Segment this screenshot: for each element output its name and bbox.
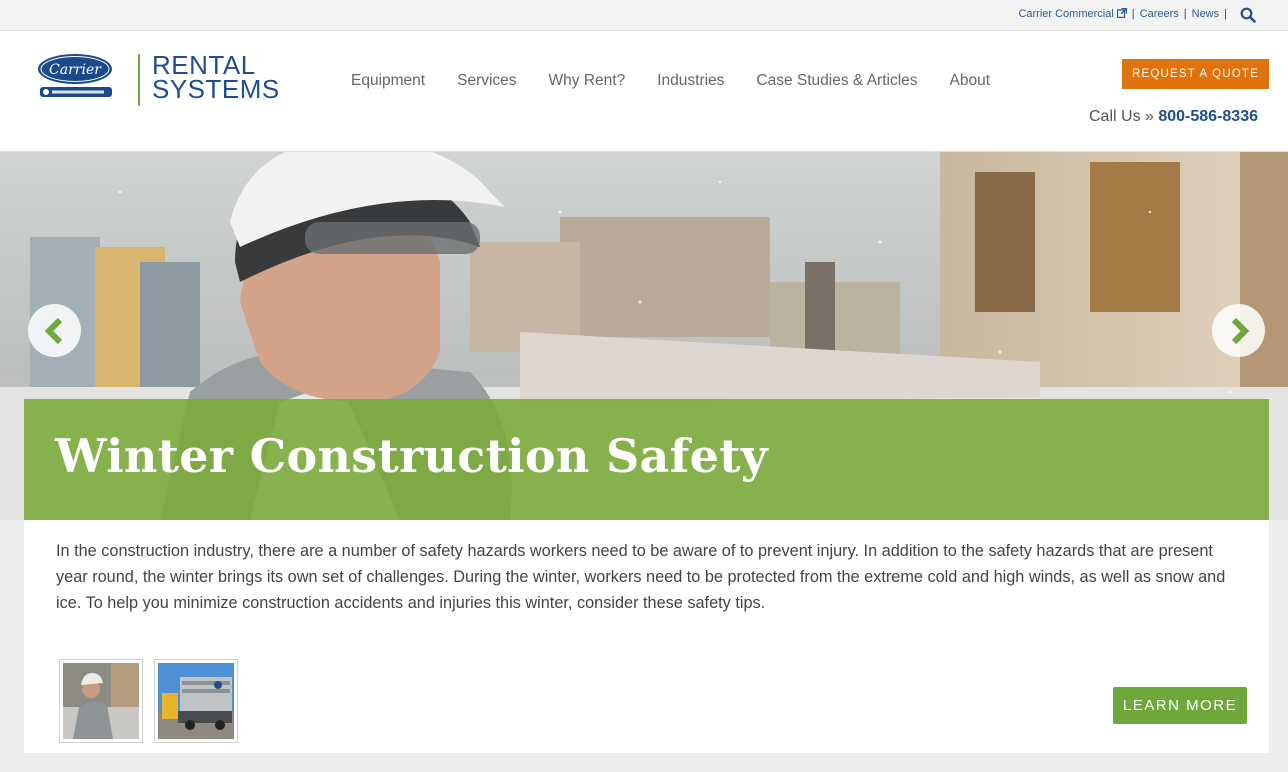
nav-industries[interactable]: Industries bbox=[657, 72, 724, 90]
nav-about[interactable]: About bbox=[950, 72, 991, 90]
carousel-thumbnails bbox=[59, 659, 249, 743]
thumbnail-2[interactable] bbox=[154, 659, 238, 743]
main-nav: Equipment Services Why Rent? Industries … bbox=[351, 72, 990, 90]
content-panel: In the construction industry, there are … bbox=[24, 520, 1269, 753]
brand-line-2: SYSTEMS bbox=[152, 74, 280, 104]
utility-links: Carrier Commercial | Careers | News | bbox=[1018, 8, 1232, 20]
nav-case-studies[interactable]: Case Studies & Articles bbox=[756, 72, 917, 90]
search-icon[interactable] bbox=[1240, 7, 1256, 23]
news-link[interactable]: News bbox=[1192, 8, 1220, 20]
carousel-next-button[interactable] bbox=[1212, 304, 1265, 357]
rental-systems-wordmark[interactable]: RENTAL SYSTEMS bbox=[152, 52, 280, 104]
separator: | bbox=[1224, 8, 1227, 20]
separator: | bbox=[1131, 8, 1135, 20]
utility-bar: Carrier Commercial | Careers | News | bbox=[0, 0, 1288, 31]
chevron-right-icon bbox=[1231, 317, 1249, 344]
carrier-logo[interactable]: Carrier bbox=[37, 53, 115, 103]
careers-link[interactable]: Careers bbox=[1140, 8, 1179, 20]
nav-equipment[interactable]: Equipment bbox=[351, 72, 425, 90]
phone-link[interactable]: 800-586-8336 bbox=[1158, 108, 1258, 125]
nav-why-rent[interactable]: Why Rent? bbox=[549, 72, 626, 90]
external-link-icon bbox=[1116, 8, 1127, 18]
carousel-prev-button[interactable] bbox=[28, 304, 81, 357]
nav-services[interactable]: Services bbox=[457, 72, 516, 90]
thumbnail-1[interactable] bbox=[59, 659, 143, 743]
thumbnail-2-image bbox=[158, 663, 234, 739]
chevron-left-icon bbox=[44, 317, 62, 344]
carrier-commercial-label: Carrier Commercial bbox=[1018, 8, 1114, 20]
request-quote-button[interactable]: REQUEST A QUOTE bbox=[1122, 59, 1269, 89]
separator: | bbox=[1183, 8, 1187, 20]
logo-divider bbox=[138, 54, 140, 106]
call-us: Call Us » 800-586-8336 bbox=[1089, 108, 1258, 126]
thumbnail-1-image bbox=[63, 663, 139, 739]
carrier-logo-text: Carrier bbox=[49, 62, 102, 78]
hero-title: Winter Construction Safety bbox=[55, 429, 768, 483]
site-header: Carrier RENTAL SYSTEMS Equipment Service… bbox=[0, 31, 1288, 152]
learn-more-button[interactable]: LEARN MORE bbox=[1113, 687, 1247, 724]
carrier-commercial-link[interactable]: Carrier Commercial bbox=[1018, 8, 1127, 20]
hero-caption-band: Winter Construction Safety bbox=[24, 399, 1269, 520]
call-us-label: Call Us » bbox=[1089, 108, 1154, 125]
intro-paragraph: In the construction industry, there are … bbox=[56, 542, 1226, 612]
hero-carousel: Winter Construction Safety bbox=[0, 152, 1288, 520]
